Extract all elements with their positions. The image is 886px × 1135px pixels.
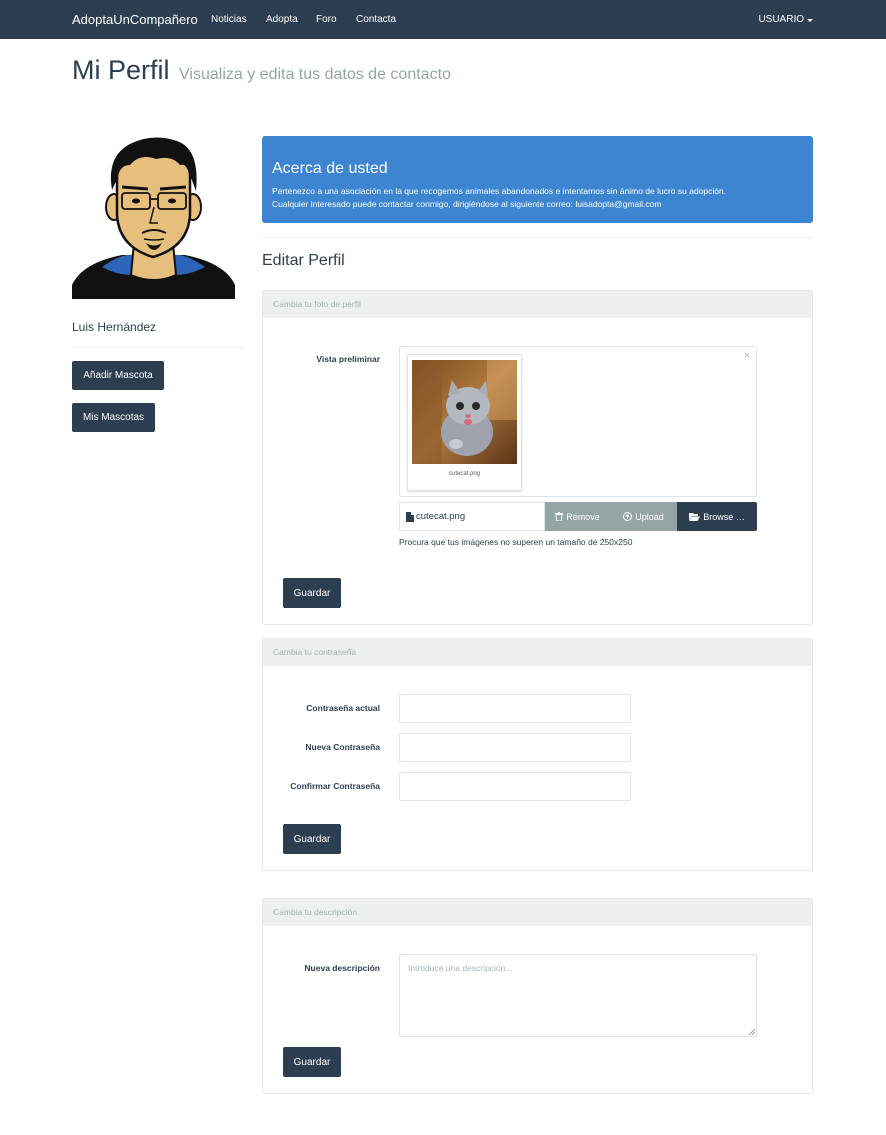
user-name: Luis Hernández [72, 320, 157, 334]
nav-link-contacta[interactable]: Contacta [356, 14, 396, 25]
trash-icon [555, 512, 564, 521]
image-preview-box: × cutecat.png [399, 346, 757, 497]
edit-profile-title: Editar Perfil [262, 252, 345, 269]
page-title-text: Mi Perfil [72, 55, 170, 85]
folder-open-icon [689, 512, 701, 521]
photo-panel: Cambia tu foto de perfil Vista prelimina… [262, 290, 813, 625]
description-textarea[interactable] [399, 954, 757, 1037]
user-menu-label: USUARIO [758, 14, 804, 25]
new-password-input[interactable] [399, 733, 631, 762]
about-box: Acerca de usted Pertenezco a una asociac… [262, 136, 813, 223]
save-password-button[interactable]: Guardar [283, 824, 341, 854]
photo-panel-heading: Cambia tu foto de perfil [263, 291, 812, 318]
new-password-label: Nueva Contraseña [305, 742, 380, 752]
caret-down-icon [807, 18, 813, 22]
help-text: Procura que tus imágenes no superen un t… [399, 537, 633, 547]
current-password-input[interactable] [399, 694, 631, 723]
brand-link[interactable]: AdoptaUnCompañero [72, 12, 198, 27]
user-menu-dropdown[interactable]: USUARIO [758, 14, 813, 25]
file-name-text: cutecat.png [416, 511, 466, 522]
resize-handle-icon[interactable] [749, 1029, 755, 1035]
file-input-group: cutecat.png Remove Upload Browse … [399, 502, 757, 531]
avatar [72, 135, 235, 299]
remove-file-button[interactable]: Remove [545, 502, 610, 531]
top-navbar: AdoptaUnCompañero Noticias Adopta Foro C… [0, 0, 886, 39]
close-icon[interactable]: × [744, 350, 750, 362]
current-password-label: Contraseña actual [306, 703, 380, 713]
confirm-password-label: Confirmar Contraseña [290, 781, 380, 791]
nav-link-foro[interactable]: Foro [316, 14, 337, 25]
preview-label: Vista preliminar [316, 354, 380, 364]
image-thumbnail: cutecat.png [407, 354, 522, 491]
about-text-line-1: Pertenezco a una asociación en la que re… [272, 186, 727, 196]
save-photo-button[interactable]: Guardar [283, 578, 341, 608]
about-text-line-2: Cualquier interesado puede contactar con… [272, 199, 662, 209]
main-divider [262, 237, 813, 238]
thumbnail-caption: cutecat.png [448, 471, 481, 477]
browse-file-button[interactable]: Browse … [677, 502, 757, 531]
upload-icon [623, 512, 633, 521]
file-icon [406, 511, 414, 522]
page-title: Mi Perfil Visualiza y edita tus datos de… [72, 55, 451, 86]
description-label: Nueva descripción [304, 963, 380, 973]
add-pet-button[interactable]: Añadir Mascota [72, 361, 164, 390]
description-panel-heading: Cambia tu descripción [263, 899, 812, 926]
cat-photo [412, 360, 517, 464]
remove-label: Remove [566, 511, 600, 522]
page-subtitle: Visualiza y edita tus datos de contacto [179, 66, 451, 83]
upload-label: Upload [635, 511, 664, 522]
about-text: Pertenezco a una asociación en la que re… [272, 185, 803, 211]
upload-file-button[interactable]: Upload [610, 502, 677, 531]
file-name-field[interactable]: cutecat.png [399, 502, 545, 531]
save-description-button[interactable]: Guardar [283, 1047, 341, 1077]
my-pets-button[interactable]: Mis Mascotas [72, 403, 155, 432]
password-panel: Cambia tu contraseña Contraseña actual N… [262, 638, 813, 871]
description-panel: Cambia tu descripción Nueva descripción … [262, 898, 813, 1094]
sidebar-divider [72, 347, 244, 348]
confirm-password-input[interactable] [399, 772, 631, 801]
nav-link-noticias[interactable]: Noticias [211, 14, 247, 25]
password-panel-heading: Cambia tu contraseña [263, 639, 812, 666]
nav-link-adopta[interactable]: Adopta [266, 14, 298, 25]
browse-label: Browse … [703, 511, 745, 522]
about-title: Acerca de usted [272, 160, 388, 177]
